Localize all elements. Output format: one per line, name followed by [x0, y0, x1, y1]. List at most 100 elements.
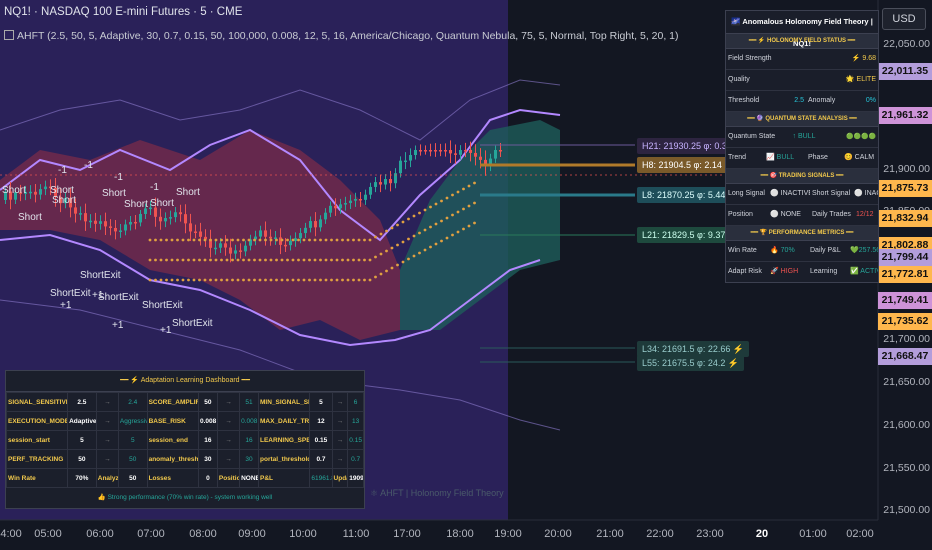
time-label: 05:00 — [34, 528, 62, 540]
indicator-watermark: ⚛ AHFT | Holonomy Field Theory — [370, 488, 504, 498]
projection-dot — [291, 258, 295, 262]
projection-dot — [368, 238, 372, 242]
projection-dot — [220, 258, 223, 262]
projection-dot — [148, 278, 152, 282]
projection-dot — [148, 238, 152, 242]
projection-dot — [467, 204, 471, 208]
dashboard-cell: 12 — [309, 411, 333, 431]
dashboard-cell: 13 — [347, 411, 364, 431]
projection-dot — [187, 278, 190, 282]
projection-dot — [220, 278, 223, 282]
candle-body — [34, 191, 37, 195]
field-label: Daily Trades — [812, 211, 851, 218]
candle-body — [344, 203, 347, 205]
projection-dot — [264, 278, 267, 282]
field-label: Daily P&L — [810, 247, 841, 254]
candle-body — [459, 150, 462, 155]
candle-body — [299, 233, 302, 239]
dashboard-cell: Losses — [146, 468, 199, 488]
dashboard-cell: 0.7 — [347, 449, 364, 469]
candle-body — [449, 150, 452, 154]
projection-dot — [346, 238, 350, 242]
dashboard-cell: SIGNAL_SENSITIVITY — [5, 392, 69, 412]
field-value: ⚪ INACTIVE — [854, 190, 878, 197]
dashboard-cell: 30 — [197, 449, 218, 469]
projection-dot — [198, 278, 201, 282]
candle-body — [284, 244, 287, 247]
indicator-params[interactable]: AHFT (2.5, 50, 5, Adaptive, 30, 0.7, 0.1… — [4, 30, 679, 42]
projection-dot — [154, 258, 157, 262]
candle-body — [469, 150, 472, 153]
projection-dot — [396, 243, 399, 247]
field-label: Learning — [810, 268, 838, 275]
projection-dot — [170, 258, 174, 262]
candle-body — [269, 236, 272, 239]
projection-dot — [379, 272, 383, 276]
field-value: ⚪ INACTIVE — [770, 190, 810, 197]
dashboard-cell: 2.4 — [117, 392, 148, 412]
projection-dot — [269, 258, 273, 262]
dashboard-cell: PERF_TRACKING — [5, 449, 69, 469]
time-label: 01:00 — [799, 528, 827, 540]
candle-body — [189, 223, 192, 232]
price-label: 21,550.00 — [883, 462, 930, 474]
section-header: ━━ 🎯 TRADING SIGNALS ━━ — [726, 169, 878, 184]
projection-dot — [297, 238, 300, 242]
projection-dot — [236, 278, 240, 282]
projection-dot — [330, 238, 333, 242]
candle-body — [434, 150, 437, 152]
field-label: Threshold — [728, 97, 760, 104]
projection-dot — [396, 223, 399, 227]
projection-dot — [187, 238, 190, 242]
field-value: ↑ BULL — [792, 133, 816, 140]
projection-dot — [253, 278, 256, 282]
projection-dot — [418, 251, 421, 255]
projection-dot — [412, 214, 416, 218]
candle-body — [229, 247, 232, 254]
projection-dot — [154, 238, 157, 242]
projection-dot — [374, 255, 377, 259]
candle-body — [419, 150, 422, 152]
dashboard-cell: 19093 — [347, 468, 364, 488]
projection-dot — [269, 238, 273, 242]
projection-dot — [462, 187, 465, 191]
dashboard-row: EXECUTION_MODEAdaptive→AggressiveBASE_RI… — [5, 411, 364, 431]
projection-dot — [390, 246, 394, 250]
projection-dot — [319, 278, 322, 282]
projection-dot — [319, 258, 322, 262]
visibility-toggle-icon[interactable] — [4, 30, 14, 40]
projection-dot — [434, 202, 438, 206]
candle-body — [44, 186, 47, 190]
projection-dot — [225, 258, 229, 262]
dashboard-cell: 0.15 — [309, 430, 333, 450]
price-badge: 21,749.41 — [878, 292, 932, 309]
projection-dot — [440, 199, 443, 203]
dashboard-cell: → — [95, 430, 119, 450]
candle-body — [454, 153, 457, 155]
time-label: 02:00 — [846, 528, 874, 540]
candle-body — [444, 150, 447, 152]
projection-dot — [203, 258, 207, 262]
dashboard-row: PERF_TRACKING50→50anomaly_threshold30→30… — [5, 449, 364, 469]
time-label: 22:00 — [646, 528, 674, 540]
currency-button[interactable]: USD — [882, 8, 926, 30]
candle-body — [399, 160, 402, 174]
symbol-title[interactable]: NQ1! · NASDAQ 100 E-mini Futures · 5 · C… — [4, 6, 242, 18]
candle-body — [264, 230, 267, 237]
candle-body — [369, 186, 372, 195]
projection-dot — [236, 238, 240, 242]
dashboard-cell: MIN_SIGNAL_SEP — [257, 392, 311, 412]
dashboard-cell: → — [331, 392, 349, 412]
projection-dot — [451, 213, 454, 217]
projection-dot — [231, 258, 234, 262]
projection-dot — [473, 221, 476, 225]
projection-dot — [308, 238, 311, 242]
candle-body — [219, 243, 222, 248]
dashboard-cell: Updates — [331, 468, 349, 488]
candle-body — [294, 238, 297, 241]
time-label: 11:00 — [342, 528, 370, 540]
candle-body — [199, 231, 202, 237]
level-label: L55: 21675.5 φ: 24.2 ⚡ — [637, 355, 745, 371]
projection-dot — [247, 238, 251, 242]
candle-body — [89, 220, 92, 223]
